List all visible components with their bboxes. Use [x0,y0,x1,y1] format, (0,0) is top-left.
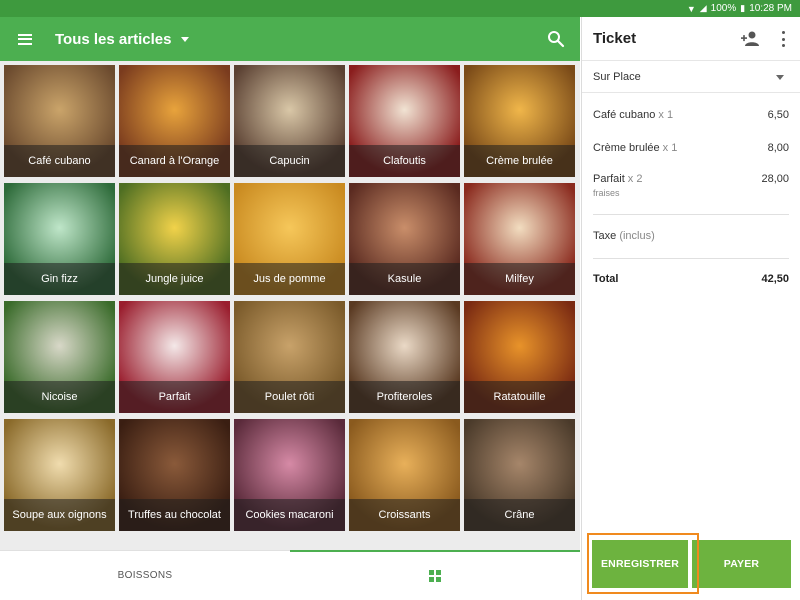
total-row: Total 42,50 [593,273,789,285]
signal-icon: ◢ [699,3,707,13]
item-grid: Café cubano Canard à l'Orange Capucin Clafo… [4,65,578,531]
dining-option-select[interactable]: Sur Place [582,61,800,93]
item-label: Croissants [349,499,460,531]
battery-icon: ▮ [740,3,746,13]
total-label: Total [593,273,619,285]
save-button-label: ENREGISTRER [600,558,680,570]
line-qty: x 2 [627,173,643,185]
item-tile[interactable]: Jus de pomme [234,183,345,295]
ticket-line[interactable]: Café cubano x 1 6,50 [593,109,789,121]
add-customer-icon[interactable] [740,30,760,48]
item-tile[interactable]: Crème brulée [464,65,575,177]
item-label: Nicoise [4,381,115,413]
item-label: Soupe aux oignons [4,499,115,531]
item-label: Canard à l'Orange [119,145,230,177]
item-label: Kasule [349,263,460,295]
item-tile[interactable]: Clafoutis [349,65,460,177]
item-tile[interactable]: Nicoise [4,301,115,413]
total-value: 42,50 [761,273,789,285]
item-label: Café cubano [4,145,115,177]
item-label: Crâne [464,499,575,531]
item-tile[interactable]: Capucin [234,65,345,177]
category-selector[interactable]: Tous les articles [55,30,190,48]
wifi-icon: ▼ [686,3,696,14]
item-tile[interactable]: Milfey [464,183,575,295]
item-tile[interactable]: Poulet rôti [234,301,345,413]
item-tile[interactable]: Canard à l'Orange [119,65,230,177]
tax-label: Taxe [593,230,617,242]
status-bar: ▼ ◢ 100% ▮ 10:28 PM [0,0,800,17]
item-label: Cookies macaroni [234,499,345,531]
item-label: Milfey [464,263,575,295]
dining-option-value: Sur Place [593,70,641,83]
line-name: Crème brulée [593,142,660,154]
items-pane: Tous les articles Café cubano Canard à l'… [0,17,580,600]
item-tile[interactable]: Parfait [119,301,230,413]
bottom-tabs: BOISSONS [0,550,580,600]
item-tile[interactable]: Croissants [349,419,460,531]
item-tile[interactable]: Soupe aux oignons [4,419,115,531]
item-label: Gin fizz [4,263,115,295]
hamburger-icon [18,33,32,45]
search-icon[interactable] [546,29,566,49]
item-tile[interactable]: Kasule [349,183,460,295]
pay-button-label: PAYER [723,558,760,570]
ticket-header: Ticket [582,17,800,61]
ticket-line[interactable]: Parfait x 2 fraises 28,00 [593,173,789,198]
item-tile[interactable]: Café cubano [4,65,115,177]
pay-button[interactable]: PAYER [692,540,791,588]
tab-drinks[interactable]: BOISSONS [0,551,290,600]
grid-icon [429,569,441,582]
item-label: Parfait [119,381,230,413]
save-button[interactable]: ENREGISTRER [592,540,688,588]
item-label: Ratatouille [464,381,575,413]
app-bar: Tous les articles [0,17,580,61]
item-tile[interactable]: Crâne [464,419,575,531]
item-tile[interactable]: Gin fizz [4,183,115,295]
category-title: Tous les articles [55,30,172,48]
divider [593,258,789,259]
item-label: Profiteroles [349,381,460,413]
item-label: Crème brulée [464,145,575,177]
item-tile[interactable]: Cookies macaroni [234,419,345,531]
line-qty: x 1 [662,142,678,154]
ticket-line[interactable]: Crème brulée x 1 8,00 [593,142,789,154]
tab-drinks-label: BOISSONS [117,570,173,581]
item-tile[interactable]: Profiteroles [349,301,460,413]
line-price: 8,00 [767,142,789,154]
line-qty: x 1 [658,109,674,121]
menu-button[interactable] [0,17,50,61]
item-label: Jungle juice [119,263,230,295]
divider [593,214,789,215]
tax-note: (inclus) [619,230,655,242]
item-tile[interactable]: Ratatouille [464,301,575,413]
item-label: Poulet rôti [234,381,345,413]
item-label: Clafoutis [349,145,460,177]
line-price: 6,50 [767,109,789,121]
line-name: Parfait [593,173,625,185]
chevron-down-icon [776,75,784,80]
more-options-icon[interactable] [780,31,786,47]
battery-level: 100% [710,3,737,14]
item-label: Jus de pomme [234,263,345,295]
clock: 10:28 PM [749,3,792,14]
item-label: Truffes au chocolat [119,499,230,531]
tab-grid[interactable] [290,550,580,600]
tax-row: Taxe (inclus) [593,230,789,242]
line-name: Café cubano [593,109,656,121]
pos-app: ▼ ◢ 100% ▮ 10:28 PM Tous les articles Ca… [0,0,800,600]
ticket-title: Ticket [593,30,637,47]
item-label: Capucin [234,145,345,177]
item-tile[interactable]: Truffes au chocolat [119,419,230,531]
dropdown-caret-icon [181,36,190,42]
ticket-pane: Ticket Sur Place Café cubano x 1 6,50 Crè… [581,17,800,600]
line-price: 28,00 [761,173,789,185]
item-tile[interactable]: Jungle juice [119,183,230,295]
line-modifier: fraises [593,188,620,198]
